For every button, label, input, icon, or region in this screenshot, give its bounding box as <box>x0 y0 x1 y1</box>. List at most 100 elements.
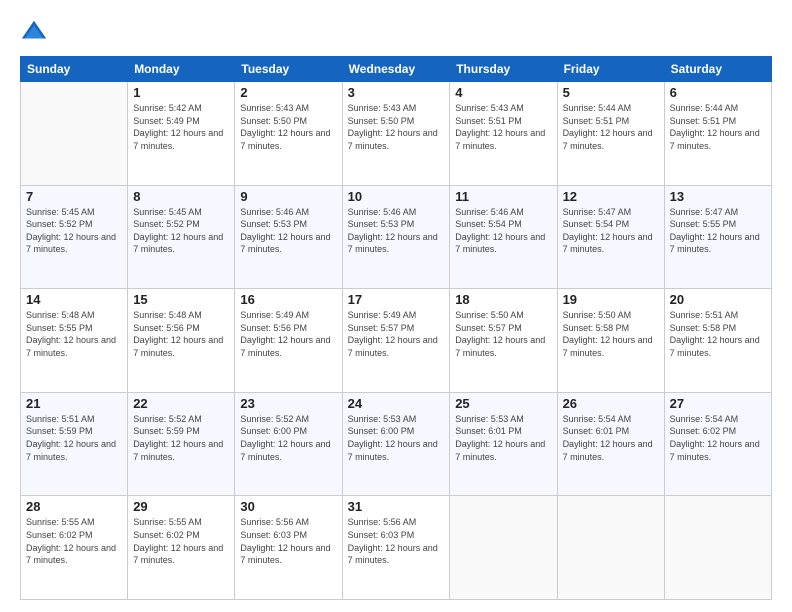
day-info: Sunrise: 5:46 AMSunset: 5:53 PMDaylight:… <box>240 206 336 256</box>
weekday-header-monday: Monday <box>128 57 235 82</box>
logo <box>20 18 52 46</box>
day-number: 12 <box>563 189 659 204</box>
calendar-cell: 10 Sunrise: 5:46 AMSunset: 5:53 PMDayligh… <box>342 185 450 289</box>
calendar-cell <box>557 496 664 600</box>
day-number: 5 <box>563 85 659 100</box>
calendar-cell: 27 Sunrise: 5:54 AMSunset: 6:02 PMDayligh… <box>664 392 771 496</box>
day-info: Sunrise: 5:53 AMSunset: 6:01 PMDaylight:… <box>455 413 551 463</box>
calendar-cell: 2 Sunrise: 5:43 AMSunset: 5:50 PMDaylight… <box>235 82 342 186</box>
day-number: 2 <box>240 85 336 100</box>
logo-icon <box>20 18 48 46</box>
day-info: Sunrise: 5:45 AMSunset: 5:52 PMDaylight:… <box>133 206 229 256</box>
calendar-week-3: 14Sunrise: 5:48 AMSunset: 5:55 PMDayligh… <box>21 289 772 393</box>
calendar-cell: 20 Sunrise: 5:51 AMSunset: 5:58 PMDayligh… <box>664 289 771 393</box>
day-number: 23 <box>240 396 336 411</box>
calendar-cell: 31Sunrise: 5:56 AMSunset: 6:03 PMDayligh… <box>342 496 450 600</box>
calendar-cell: 17 Sunrise: 5:49 AMSunset: 5:57 PMDayligh… <box>342 289 450 393</box>
calendar-cell: 14Sunrise: 5:48 AMSunset: 5:55 PMDayligh… <box>21 289 128 393</box>
calendar-cell <box>664 496 771 600</box>
day-number: 31 <box>348 499 445 514</box>
day-number: 14 <box>26 292 122 307</box>
day-number: 24 <box>348 396 445 411</box>
calendar-cell: 9 Sunrise: 5:46 AMSunset: 5:53 PMDaylight… <box>235 185 342 289</box>
day-number: 15 <box>133 292 229 307</box>
calendar-cell: 22 Sunrise: 5:52 AMSunset: 5:59 PMDayligh… <box>128 392 235 496</box>
day-info: Sunrise: 5:43 AMSunset: 5:50 PMDaylight:… <box>240 102 336 152</box>
day-number: 25 <box>455 396 551 411</box>
calendar-cell: 1Sunrise: 5:42 AMSunset: 5:49 PMDaylight… <box>128 82 235 186</box>
calendar-cell <box>450 496 557 600</box>
day-info: Sunrise: 5:52 AMSunset: 5:59 PMDaylight:… <box>133 413 229 463</box>
day-info: Sunrise: 5:54 AMSunset: 6:02 PMDaylight:… <box>670 413 766 463</box>
day-info: Sunrise: 5:53 AMSunset: 6:00 PMDaylight:… <box>348 413 445 463</box>
weekday-header-saturday: Saturday <box>664 57 771 82</box>
calendar-cell: 28 Sunrise: 5:55 AMSunset: 6:02 PMDayligh… <box>21 496 128 600</box>
day-info: Sunrise: 5:50 AMSunset: 5:58 PMDaylight:… <box>563 309 659 359</box>
calendar-cell: 25 Sunrise: 5:53 AMSunset: 6:01 PMDayligh… <box>450 392 557 496</box>
day-info: Sunrise: 5:43 AMSunset: 5:50 PMDaylight:… <box>348 102 445 152</box>
calendar-week-4: 21Sunrise: 5:51 AMSunset: 5:59 PMDayligh… <box>21 392 772 496</box>
calendar-cell: 4 Sunrise: 5:43 AMSunset: 5:51 PMDaylight… <box>450 82 557 186</box>
day-number: 8 <box>133 189 229 204</box>
calendar-week-5: 28 Sunrise: 5:55 AMSunset: 6:02 PMDayligh… <box>21 496 772 600</box>
calendar-cell: 5 Sunrise: 5:44 AMSunset: 5:51 PMDaylight… <box>557 82 664 186</box>
weekday-header-wednesday: Wednesday <box>342 57 450 82</box>
calendar-cell: 6Sunrise: 5:44 AMSunset: 5:51 PMDaylight… <box>664 82 771 186</box>
day-number: 30 <box>240 499 336 514</box>
day-number: 11 <box>455 189 551 204</box>
calendar-week-1: 1Sunrise: 5:42 AMSunset: 5:49 PMDaylight… <box>21 82 772 186</box>
day-info: Sunrise: 5:46 AMSunset: 5:53 PMDaylight:… <box>348 206 445 256</box>
calendar-cell: 30 Sunrise: 5:56 AMSunset: 6:03 PMDayligh… <box>235 496 342 600</box>
day-info: Sunrise: 5:56 AMSunset: 6:03 PMDaylight:… <box>240 516 336 566</box>
calendar-cell: 18Sunrise: 5:50 AMSunset: 5:57 PMDayligh… <box>450 289 557 393</box>
day-number: 27 <box>670 396 766 411</box>
weekday-header-tuesday: Tuesday <box>235 57 342 82</box>
calendar-cell: 15 Sunrise: 5:48 AMSunset: 5:56 PMDayligh… <box>128 289 235 393</box>
calendar-cell: 23 Sunrise: 5:52 AMSunset: 6:00 PMDayligh… <box>235 392 342 496</box>
calendar-cell: 8 Sunrise: 5:45 AMSunset: 5:52 PMDaylight… <box>128 185 235 289</box>
day-info: Sunrise: 5:48 AMSunset: 5:56 PMDaylight:… <box>133 309 229 359</box>
calendar-week-2: 7 Sunrise: 5:45 AMSunset: 5:52 PMDaylight… <box>21 185 772 289</box>
day-info: Sunrise: 5:45 AMSunset: 5:52 PMDaylight:… <box>26 206 122 256</box>
day-number: 3 <box>348 85 445 100</box>
day-info: Sunrise: 5:51 AMSunset: 5:58 PMDaylight:… <box>670 309 766 359</box>
day-info: Sunrise: 5:55 AMSunset: 6:02 PMDaylight:… <box>133 516 229 566</box>
weekday-header-row: SundayMondayTuesdayWednesdayThursdayFrid… <box>21 57 772 82</box>
day-number: 22 <box>133 396 229 411</box>
day-info: Sunrise: 5:44 AMSunset: 5:51 PMDaylight:… <box>563 102 659 152</box>
calendar-cell: 29 Sunrise: 5:55 AMSunset: 6:02 PMDayligh… <box>128 496 235 600</box>
header <box>20 18 772 46</box>
day-number: 10 <box>348 189 445 204</box>
day-info: Sunrise: 5:55 AMSunset: 6:02 PMDaylight:… <box>26 516 122 566</box>
day-info: Sunrise: 5:43 AMSunset: 5:51 PMDaylight:… <box>455 102 551 152</box>
weekday-header-sunday: Sunday <box>21 57 128 82</box>
day-number: 29 <box>133 499 229 514</box>
day-info: Sunrise: 5:49 AMSunset: 5:57 PMDaylight:… <box>348 309 445 359</box>
day-number: 9 <box>240 189 336 204</box>
calendar-table: SundayMondayTuesdayWednesdayThursdayFrid… <box>20 56 772 600</box>
day-info: Sunrise: 5:54 AMSunset: 6:01 PMDaylight:… <box>563 413 659 463</box>
day-number: 21 <box>26 396 122 411</box>
calendar-cell: 13Sunrise: 5:47 AMSunset: 5:55 PMDayligh… <box>664 185 771 289</box>
day-number: 20 <box>670 292 766 307</box>
day-number: 13 <box>670 189 766 204</box>
day-number: 4 <box>455 85 551 100</box>
calendar-cell: 19Sunrise: 5:50 AMSunset: 5:58 PMDayligh… <box>557 289 664 393</box>
calendar-cell: 21Sunrise: 5:51 AMSunset: 5:59 PMDayligh… <box>21 392 128 496</box>
day-info: Sunrise: 5:49 AMSunset: 5:56 PMDaylight:… <box>240 309 336 359</box>
day-info: Sunrise: 5:46 AMSunset: 5:54 PMDaylight:… <box>455 206 551 256</box>
day-number: 18 <box>455 292 551 307</box>
day-number: 7 <box>26 189 122 204</box>
calendar-cell: 24 Sunrise: 5:53 AMSunset: 6:00 PMDayligh… <box>342 392 450 496</box>
day-number: 17 <box>348 292 445 307</box>
page: SundayMondayTuesdayWednesdayThursdayFrid… <box>0 0 792 612</box>
calendar-cell: 3 Sunrise: 5:43 AMSunset: 5:50 PMDaylight… <box>342 82 450 186</box>
day-info: Sunrise: 5:47 AMSunset: 5:54 PMDaylight:… <box>563 206 659 256</box>
weekday-header-friday: Friday <box>557 57 664 82</box>
day-number: 28 <box>26 499 122 514</box>
calendar-cell: 12 Sunrise: 5:47 AMSunset: 5:54 PMDayligh… <box>557 185 664 289</box>
calendar-cell: 16Sunrise: 5:49 AMSunset: 5:56 PMDayligh… <box>235 289 342 393</box>
day-info: Sunrise: 5:52 AMSunset: 6:00 PMDaylight:… <box>240 413 336 463</box>
calendar-cell: 7 Sunrise: 5:45 AMSunset: 5:52 PMDaylight… <box>21 185 128 289</box>
day-number: 6 <box>670 85 766 100</box>
